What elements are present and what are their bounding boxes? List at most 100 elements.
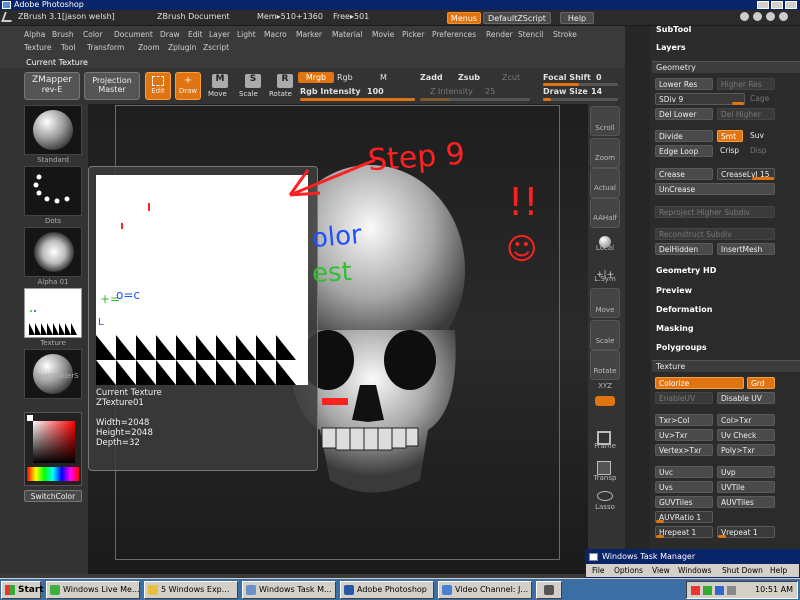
task-windows-live-messenger[interactable]: Windows Live Me... (46, 581, 140, 599)
start-button[interactable]: Start (1, 581, 44, 599)
menu-tool[interactable]: Tool (61, 43, 76, 52)
uvtile-button[interactable]: UVTile (717, 481, 775, 493)
zb-maximize-icon[interactable] (753, 12, 762, 21)
menu-draw[interactable]: Draw (160, 30, 180, 39)
draw-size-slider[interactable] (543, 98, 618, 101)
uncrease-button[interactable]: UnCrease (655, 183, 775, 195)
move-icon[interactable]: M (212, 74, 228, 88)
scale-icon[interactable]: S (245, 74, 261, 88)
reconstruct-button[interactable]: Reconstruct Subdiv (655, 228, 775, 240)
m-button[interactable]: M (380, 73, 387, 82)
task-zbrush[interactable] (536, 581, 562, 599)
task-task-manager[interactable]: Windows Task M... (242, 581, 336, 599)
zmapper-button[interactable]: ZMapper rev-E (24, 72, 80, 100)
poly-txr-button[interactable]: Poly>Txr (717, 444, 775, 456)
rgb-button[interactable]: Rgb (337, 73, 353, 82)
uvc-button[interactable]: Uvc (655, 466, 713, 478)
rgb-intensity-slider[interactable] (300, 98, 415, 101)
task-video-channel[interactable]: Video Channel: J... (438, 581, 532, 599)
tray-icon-1[interactable] (691, 586, 700, 595)
edge-loop-button[interactable]: Edge Loop (655, 145, 713, 157)
standard-brush-thumb[interactable] (24, 105, 82, 155)
menu-marker[interactable]: Marker (296, 30, 322, 39)
uvp-button[interactable]: Uvp (717, 466, 775, 478)
suv-button[interactable]: Suv (747, 130, 775, 142)
menu-zscript[interactable]: Zscript (203, 43, 229, 52)
menu-document[interactable]: Document (114, 30, 153, 39)
del-lower-button[interactable]: Del Lower (655, 108, 713, 120)
menu-light[interactable]: Light (237, 30, 256, 39)
color-picker-hue[interactable] (27, 467, 79, 481)
rotate-view-icon[interactable] (590, 350, 620, 380)
smt-button[interactable]: Smt (717, 130, 743, 142)
edit-button[interactable]: Edit (145, 72, 171, 100)
zadd-button[interactable]: Zadd (420, 73, 443, 82)
menu-zoom[interactable]: Zoom (138, 43, 160, 52)
menu-zplugin[interactable]: Zplugin (168, 43, 196, 52)
texture-header[interactable]: Texture (652, 360, 800, 372)
subtool-header[interactable]: SubTool (652, 24, 800, 36)
zcut-button[interactable]: Zcut (502, 73, 520, 82)
panel-scroll-strip[interactable] (625, 26, 650, 574)
col-txr-button[interactable]: Col>Txr (717, 414, 775, 426)
geometry-header[interactable]: Geometry (652, 61, 800, 73)
color-picker-square[interactable] (33, 421, 75, 463)
focal-shift-slider[interactable] (543, 83, 618, 86)
maximize-button[interactable] (771, 1, 783, 9)
tray-icon-4[interactable] (727, 586, 736, 595)
tm-menu-windows[interactable]: Windows (678, 566, 711, 575)
del-higher-button[interactable]: Del Higher (717, 108, 775, 120)
polygroups-header[interactable]: Polygroups (652, 342, 800, 354)
zsub-button[interactable]: Zsub (458, 73, 480, 82)
z-intensity-value[interactable]: 25 (485, 87, 495, 96)
menu-stencil[interactable]: Stencil (518, 30, 543, 39)
clock[interactable]: 10:51 AM (755, 585, 793, 594)
texture-thumb[interactable] (24, 288, 82, 338)
tray-icon-2[interactable] (703, 586, 712, 595)
menu-macro[interactable]: Macro (264, 30, 287, 39)
reproject-button[interactable]: Reproject Higher Subdiv (655, 206, 775, 218)
menu-preferences[interactable]: Preferences (432, 30, 476, 39)
menu-edit[interactable]: Edit (188, 30, 203, 39)
disp-button[interactable]: Disp (747, 145, 775, 157)
higher-res-button[interactable]: Higher Res (717, 78, 775, 90)
task-windows-explorer[interactable]: 5 Windows Exp... (144, 581, 238, 599)
vertex-txr-button[interactable]: Vertex>Txr (655, 444, 713, 456)
menu-picker[interactable]: Picker (402, 30, 424, 39)
menu-brush[interactable]: Brush (52, 30, 74, 39)
dots-stroke-thumb[interactable] (24, 166, 82, 216)
menu-color[interactable]: Color (83, 30, 103, 39)
geometry-hd-header[interactable]: Geometry HD (652, 265, 800, 277)
projection-master-button[interactable]: Projection Master (84, 72, 140, 100)
menu-stroke[interactable]: Stroke (553, 30, 577, 39)
preview-header[interactable]: Preview (652, 285, 800, 297)
draw-button[interactable]: + Draw (175, 72, 201, 100)
alpha-thumb[interactable] (24, 227, 82, 277)
auvtiles-button[interactable]: AUVTiles (717, 496, 775, 508)
scale-view-icon[interactable] (590, 320, 620, 350)
grd-button[interactable]: Grd (747, 377, 775, 389)
uvs-button[interactable]: Uvs (655, 481, 713, 493)
disable-uv-button[interactable]: Disable UV (717, 392, 775, 404)
crisp-button[interactable]: Crisp (717, 145, 745, 157)
z-intensity-slider[interactable] (420, 98, 530, 101)
colorize-button[interactable]: Colorize (655, 377, 744, 389)
default-zscript-button[interactable]: DefaultZScript (483, 12, 551, 24)
menu-texture[interactable]: Texture (24, 43, 51, 52)
menu-transform[interactable]: Transform (87, 43, 124, 52)
menu-movie[interactable]: Movie (372, 30, 394, 39)
xyz-button[interactable]: XYZ (586, 382, 624, 390)
color-picker[interactable] (24, 412, 82, 486)
minimize-button[interactable] (757, 1, 769, 9)
uv-check-button[interactable]: Uv Check (717, 429, 775, 441)
menu-material[interactable]: Material (332, 30, 362, 39)
uv-txr-button[interactable]: Uv>Txr (655, 429, 713, 441)
menu-alpha[interactable]: Alpha (24, 30, 45, 39)
help-button[interactable]: Help (560, 12, 594, 24)
tm-menu-view[interactable]: View (652, 566, 670, 575)
draw-size-value[interactable]: 14 (591, 87, 602, 96)
guvtiles-button[interactable]: GUVTiles (655, 496, 713, 508)
task-photoshop[interactable]: Adobe Photoshop (340, 581, 434, 599)
menus-button[interactable]: Menus (447, 12, 481, 24)
task-manager-window[interactable]: Windows Task Manager File Options View W… (585, 549, 800, 578)
